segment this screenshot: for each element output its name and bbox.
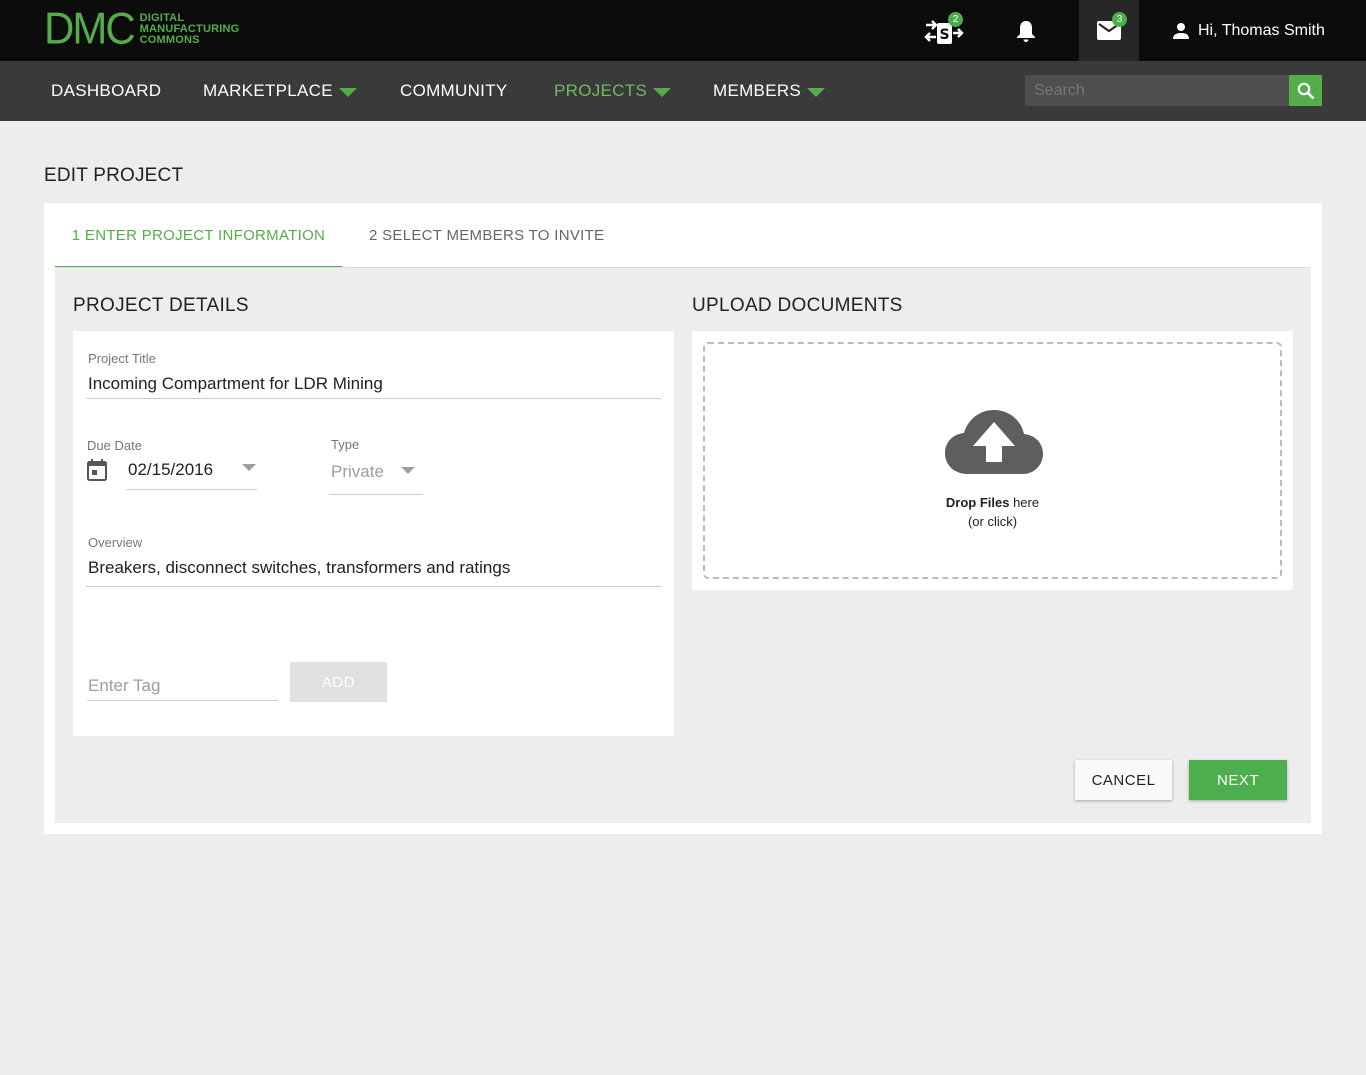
nav-members[interactable]: MEMBERS	[713, 61, 826, 121]
logo-text: DIGITAL MANUFACTURING COMMONS	[139, 11, 240, 46]
due-date-field[interactable]: 02/15/2016	[128, 460, 213, 480]
page-title: EDIT PROJECT	[44, 165, 184, 186]
logo-line-2: MANUFACTURING	[139, 22, 240, 35]
edit-project-card: 1 ENTER PROJECT INFORMATION 2 SELECT MEM…	[44, 203, 1322, 834]
project-title-label: Project Title	[88, 351, 156, 366]
search-button[interactable]	[1289, 75, 1322, 106]
nav-marketplace[interactable]: MARKETPLACE	[203, 61, 357, 121]
tab-enter-project-information[interactable]: 1 ENTER PROJECT INFORMATION	[55, 203, 342, 268]
due-date-underline	[126, 489, 257, 490]
drop-files-rest: here	[1009, 495, 1040, 510]
search-icon	[1297, 82, 1314, 99]
dmc-logo[interactable]: DMC DIGITAL MANUFACTURING COMMONS	[44, 3, 240, 54]
logo-line-1: DIGITAL	[139, 11, 185, 24]
drop-files-subtext: (or click)	[967, 514, 1018, 529]
tab-1-label: 1 ENTER PROJECT INFORMATION	[71, 227, 326, 244]
tag-input[interactable]	[87, 671, 278, 701]
tab-2-label: 2 SELECT MEMBERS TO INVITE	[369, 227, 605, 244]
tab-select-members[interactable]: 2 SELECT MEMBERS TO INVITE	[369, 203, 604, 268]
project-details-panel: Project Title Incoming Compartment for L…	[73, 331, 674, 736]
file-dropzone[interactable]: Drop Files here (or click)	[703, 342, 1282, 579]
overview-label: Overview	[88, 535, 143, 550]
type-underline	[329, 494, 423, 495]
add-tag-button[interactable]: ADD	[290, 662, 387, 702]
nav-community-label: COMMUNITY	[400, 81, 508, 100]
logo-line-3: COMMONS	[139, 33, 200, 46]
project-title-field[interactable]: Incoming Compartment for LDR Mining	[88, 374, 383, 394]
upload-documents-title: UPLOAD DOCUMENTS	[692, 295, 903, 316]
drop-files-text: Drop Files here	[705, 495, 1280, 510]
user-menu[interactable]: Hi, Thomas Smith	[1172, 0, 1325, 61]
nav-marketplace-label: MARKETPLACE	[203, 81, 333, 100]
calendar-icon[interactable]	[87, 459, 107, 481]
logo-mark: DMC	[44, 3, 136, 54]
step-content: PROJECT DETAILS UPLOAD DOCUMENTS Project…	[55, 268, 1311, 823]
nav-members-label: MEMBERS	[713, 81, 802, 100]
cancel-button[interactable]: CANCEL	[1075, 760, 1172, 800]
nav-dashboard[interactable]: DASHBOARD	[51, 61, 161, 121]
cloud-upload-icon	[945, 410, 1043, 474]
type-dropdown-icon[interactable]	[401, 467, 415, 474]
overview-underline	[86, 586, 661, 587]
user-greeting: Hi, Thomas Smith	[1198, 21, 1325, 39]
nav-dashboard-label: DASHBOARD	[51, 81, 162, 100]
type-label: Type	[331, 437, 360, 452]
compare-badge: 2	[948, 12, 963, 27]
caret-down-icon	[653, 87, 672, 97]
upload-documents-panel: Drop Files here (or click)	[692, 331, 1293, 590]
project-details-title: PROJECT DETAILS	[73, 295, 249, 316]
nav-projects[interactable]: PROJECTS	[554, 61, 672, 121]
date-dropdown-icon[interactable]	[242, 464, 256, 471]
project-title-underline	[86, 398, 661, 399]
search-input[interactable]	[1025, 75, 1289, 106]
overview-field[interactable]: Breakers, disconnect switches, transform…	[88, 558, 510, 578]
nav-projects-label: PROJECTS	[554, 81, 648, 100]
mail-badge: 3	[1112, 12, 1127, 27]
notifications-button[interactable]	[996, 0, 1056, 61]
next-button[interactable]: NEXT	[1189, 760, 1287, 800]
messages-button[interactable]: 3	[1079, 0, 1139, 61]
type-select[interactable]: Private	[331, 462, 384, 482]
drop-files-bold: Drop Files	[945, 495, 1010, 510]
due-date-label: Due Date	[87, 438, 142, 453]
compare-button[interactable]: S 2	[914, 0, 974, 61]
caret-down-icon	[807, 87, 826, 97]
nav-community[interactable]: COMMUNITY	[400, 61, 508, 121]
svg-text:S: S	[939, 27, 949, 43]
top-bar: DMC DIGITAL MANUFACTURING COMMONS S 2 3	[0, 0, 1366, 61]
bell-icon	[1017, 20, 1035, 42]
person-icon	[1173, 22, 1189, 39]
caret-down-icon	[338, 87, 357, 97]
